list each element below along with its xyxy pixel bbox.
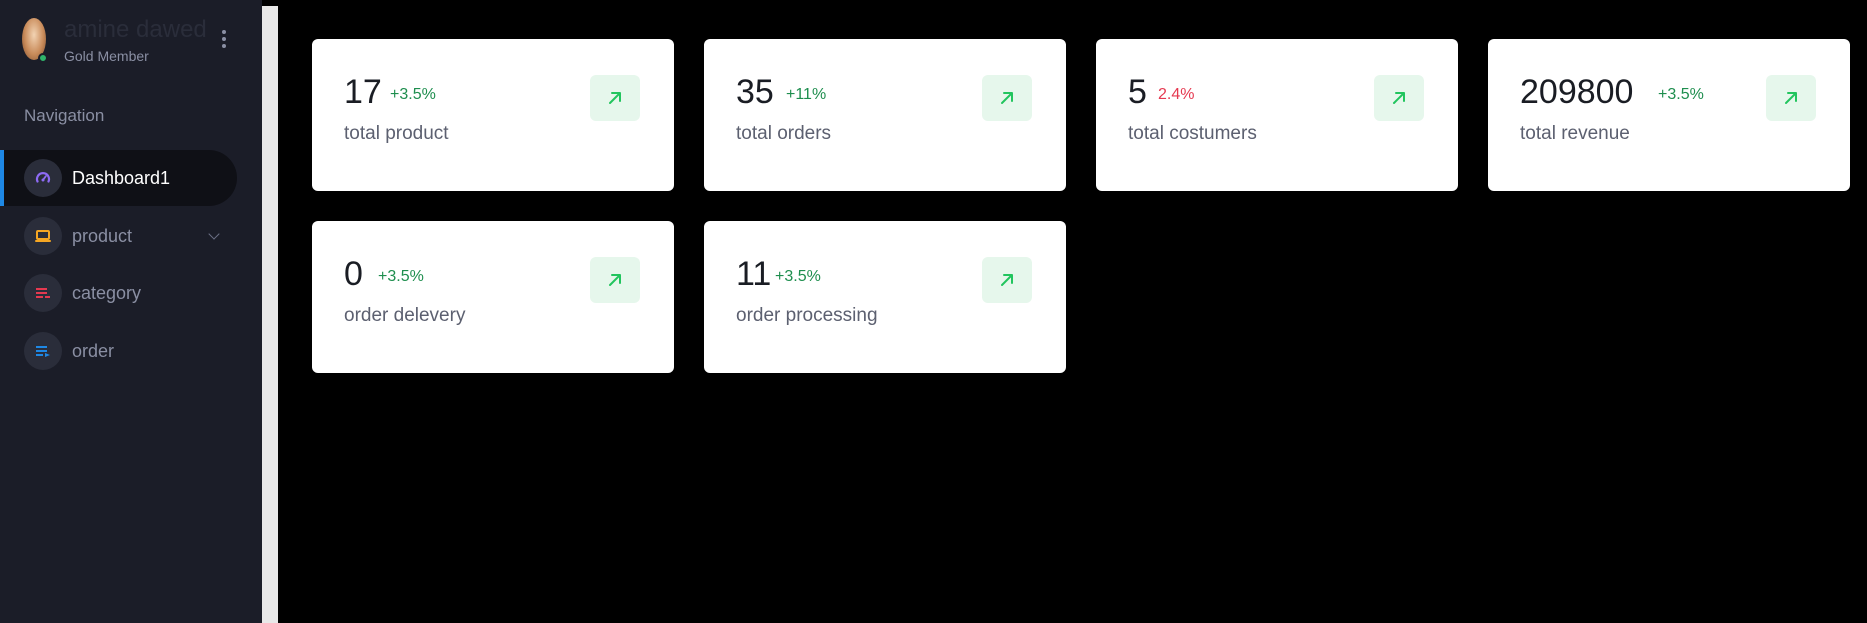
stat-card: 5 2.4% total costumers bbox=[1096, 39, 1458, 191]
laptop-icon bbox=[24, 217, 62, 255]
stat-card: 17 +3.5% total product bbox=[312, 39, 674, 191]
stat-label: total orders bbox=[736, 123, 832, 144]
sidebar-item-product[interactable]: product bbox=[0, 208, 237, 264]
sidebar-item-order[interactable]: order bbox=[0, 323, 237, 379]
speedometer-icon bbox=[24, 159, 62, 197]
sidebar-item-category[interactable]: category bbox=[0, 265, 237, 321]
stat-value: 5 bbox=[1128, 73, 1147, 111]
stat-value: 209800 bbox=[1520, 73, 1634, 111]
sidebar: amine dawed Gold Member Navigation Dashb… bbox=[0, 0, 262, 623]
stat-value: 17 bbox=[344, 73, 382, 111]
arrow-up-right-icon[interactable] bbox=[982, 75, 1032, 121]
stat-change: +3.5% bbox=[390, 86, 436, 103]
arrow-up-right-icon[interactable] bbox=[590, 75, 640, 121]
sidebar-item-label: order bbox=[72, 340, 115, 361]
stat-change: +3.5% bbox=[378, 268, 424, 285]
user-name: amine dawed bbox=[64, 16, 207, 43]
stat-label: total product bbox=[344, 123, 449, 144]
sidebar-item-dashboard[interactable]: Dashboard1 bbox=[0, 150, 237, 206]
stat-value: 35 bbox=[736, 73, 774, 111]
stat-label: order processing bbox=[736, 305, 878, 326]
list-icon bbox=[24, 332, 62, 370]
stat-card: 11 +3.5% order processing bbox=[704, 221, 1066, 373]
arrow-up-right-icon[interactable] bbox=[982, 257, 1032, 303]
stat-label: order delevery bbox=[344, 305, 466, 326]
stat-value: 11 bbox=[736, 255, 772, 293]
sidebar-item-label: category bbox=[72, 282, 142, 303]
stat-value: 0 bbox=[344, 255, 363, 293]
chevron-down-icon[interactable] bbox=[208, 228, 220, 240]
stat-change: 2.4% bbox=[1158, 86, 1195, 103]
arrow-up-right-icon[interactable] bbox=[1766, 75, 1816, 121]
stat-change: +11% bbox=[786, 86, 827, 103]
stat-label: total costumers bbox=[1128, 123, 1257, 144]
stat-card: 209800 +3.5% total revenue bbox=[1488, 39, 1850, 191]
stat-card: 35 +11% total orders bbox=[704, 39, 1066, 191]
list-icon bbox=[24, 274, 62, 312]
user-profile[interactable]: amine dawed Gold Member bbox=[22, 16, 242, 72]
stat-change: +3.5% bbox=[775, 268, 821, 285]
stat-label: total revenue bbox=[1520, 123, 1630, 144]
stat-change: +3.5% bbox=[1658, 86, 1704, 103]
sidebar-item-label: product bbox=[72, 225, 133, 246]
online-status-dot bbox=[38, 53, 48, 63]
more-options-icon[interactable] bbox=[218, 26, 230, 52]
arrow-up-right-icon[interactable] bbox=[590, 257, 640, 303]
sidebar-item-label: Dashboard1 bbox=[72, 167, 171, 188]
user-role: Gold Member bbox=[64, 48, 149, 64]
scrollbar[interactable] bbox=[262, 6, 278, 623]
arrow-up-right-icon[interactable] bbox=[1374, 75, 1424, 121]
stat-card: 0 +3.5% order delevery bbox=[312, 221, 674, 373]
nav-section-title: Navigation bbox=[24, 106, 105, 125]
